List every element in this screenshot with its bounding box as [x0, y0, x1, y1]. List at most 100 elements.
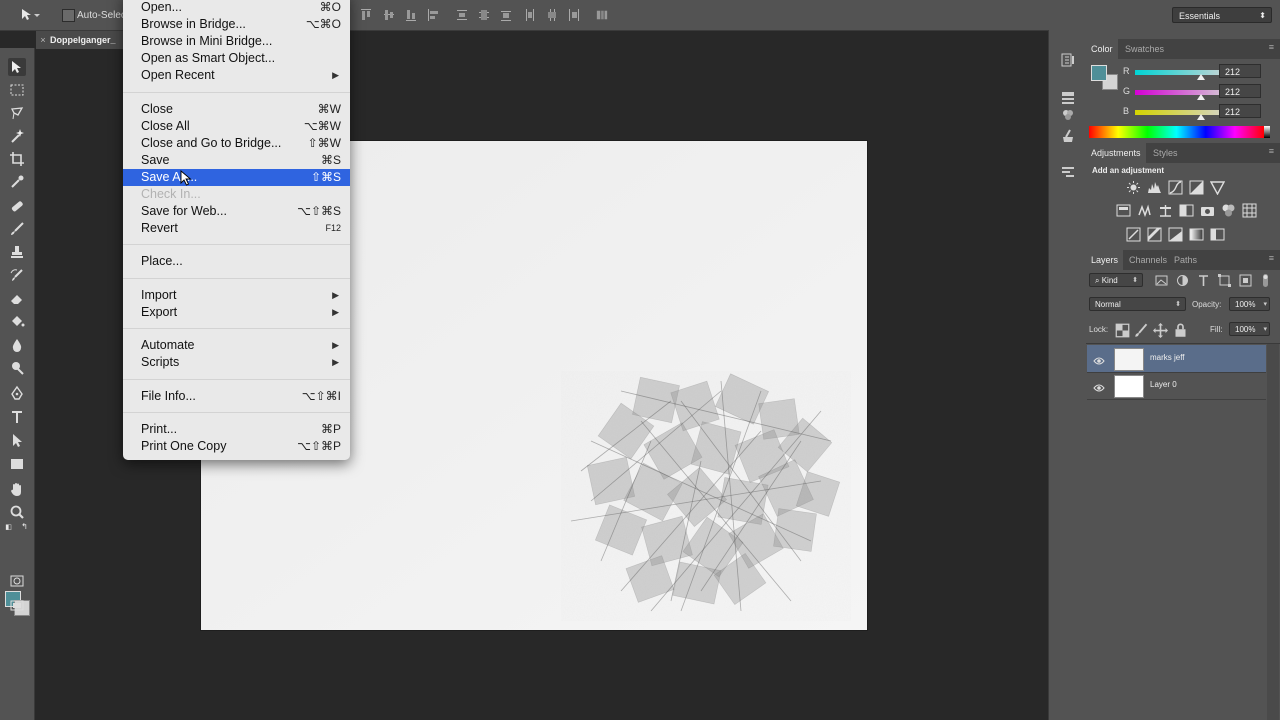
tab-swatches[interactable]: Swatches [1120, 39, 1169, 59]
green-slider-thumb[interactable] [1197, 94, 1205, 100]
selective-color-icon[interactable] [1210, 227, 1225, 242]
panel-menu-icon[interactable]: ≡ [1269, 146, 1274, 156]
menu-item-close-all[interactable]: Close All ⌥⌘W [123, 118, 350, 135]
blend-mode-dropdown[interactable]: Normal ⬍ [1089, 297, 1186, 311]
menu-item-open-recent[interactable]: Open Recent ▶ [123, 67, 350, 84]
red-value-field[interactable]: 212 [1219, 64, 1261, 78]
properties-panel-icon[interactable] [1060, 90, 1076, 106]
hand-tool-icon[interactable] [8, 480, 26, 498]
brush-presets-panel-icon[interactable] [1060, 128, 1076, 144]
menu-item-file-info[interactable]: File Info... ⌥⇧⌘I [123, 388, 350, 405]
path-selection-tool-icon[interactable] [8, 431, 26, 449]
menu-item-save-as[interactable]: Save As... ⇧⌘S [123, 169, 350, 186]
layers-scrollbar[interactable] [1267, 344, 1279, 720]
panel-menu-icon[interactable]: ≡ [1269, 42, 1274, 52]
paragraph-panel-icon[interactable] [1060, 164, 1076, 180]
screen-mode-icon[interactable] [8, 596, 26, 614]
marquee-tool-icon[interactable] [8, 81, 26, 99]
tab-layers[interactable]: Layers [1086, 250, 1124, 270]
menu-item-close-and-go-to-bridge[interactable]: Close and Go to Bridge... ⇧⌘W [123, 135, 350, 152]
black-white-ramp[interactable] [1264, 126, 1270, 138]
filter-toggle-icon[interactable] [1258, 273, 1271, 287]
posterize-icon[interactable] [1147, 227, 1162, 242]
blur-tool-icon[interactable] [8, 336, 26, 354]
gradient-triangle-icon[interactable] [1209, 180, 1226, 196]
menu-item-open[interactable]: Open... ⌘O [123, 0, 350, 16]
magic-wand-tool-icon[interactable] [8, 127, 26, 145]
layer-filter-kind-dropdown[interactable]: ⌕ Kind ⬍ [1089, 273, 1143, 287]
curves-icon[interactable] [1168, 180, 1183, 195]
gradient-map-icon[interactable] [1189, 227, 1204, 242]
dodge-tool-icon[interactable] [8, 359, 26, 377]
menu-item-print[interactable]: Print... ⌘P [123, 421, 350, 438]
lasso-tool-icon[interactable] [8, 104, 26, 122]
workspace-switcher[interactable]: Essentials ⬍ [1172, 7, 1272, 23]
color-lookup-icon[interactable] [1242, 203, 1257, 218]
lock-all-icon[interactable] [1173, 323, 1186, 337]
zoom-tool-icon[interactable] [8, 503, 26, 521]
distribute-left-icon[interactable] [524, 8, 536, 22]
menu-item-automate[interactable]: Automate ▶ [123, 337, 350, 354]
filter-adjustment-icon[interactable] [1175, 273, 1188, 286]
align-vcenter-icon[interactable] [383, 8, 395, 22]
visibility-eye-icon[interactable] [1093, 353, 1105, 365]
auto-select-checkbox[interactable] [62, 9, 75, 22]
menu-item-save-for-web[interactable]: Save for Web... ⌥⇧⌘S [123, 203, 350, 220]
panel-menu-icon[interactable]: ≡ [1269, 253, 1274, 263]
menu-item-save[interactable]: Save ⌘S [123, 152, 350, 169]
layer-row-layer-0[interactable]: Layer 0 [1087, 372, 1266, 400]
photo-filter-icon[interactable] [1200, 203, 1215, 218]
exposure-icon[interactable] [1189, 180, 1204, 195]
history-panel-icon[interactable] [1060, 52, 1076, 68]
distribute-right-icon[interactable] [568, 8, 580, 22]
filter-shape-icon[interactable] [1217, 273, 1231, 287]
clone-stamp-tool-icon[interactable] [8, 243, 26, 261]
align-bottom-icon[interactable] [405, 8, 417, 22]
color-balance-icon[interactable] [1158, 203, 1173, 218]
distribute-hcenter-icon[interactable] [546, 8, 558, 22]
menu-item-close[interactable]: Close ⌘W [123, 101, 350, 118]
channels-panel-icon[interactable] [1060, 106, 1076, 122]
menu-item-browse-in-bridge[interactable]: Browse in Bridge... ⌥⌘O [123, 16, 350, 33]
opacity-field[interactable]: 100% ▾ [1229, 297, 1270, 311]
fill-field[interactable]: 100% ▾ [1229, 322, 1270, 336]
filter-type-icon[interactable] [1196, 273, 1209, 286]
lock-position-icon[interactable] [1153, 323, 1168, 338]
align-top-icon[interactable] [360, 8, 372, 22]
menu-item-scripts[interactable]: Scripts ▶ [123, 354, 350, 371]
menu-item-open-as-smart-object[interactable]: Open as Smart Object... [123, 50, 350, 67]
menu-item-place[interactable]: Place... [123, 253, 350, 270]
tab-adjustments[interactable]: Adjustments [1086, 143, 1146, 163]
distribute-bottom-icon[interactable] [500, 8, 512, 22]
distribute-top-icon[interactable] [456, 8, 468, 22]
menu-item-print-one-copy[interactable]: Print One Copy ⌥⇧⌘P [123, 438, 350, 455]
type-tool-icon[interactable] [8, 408, 26, 426]
eyedropper-tool-icon[interactable] [8, 173, 26, 191]
crop-tool-icon[interactable] [8, 150, 26, 168]
threshold-icon[interactable] [1168, 227, 1183, 242]
brush-tool-icon[interactable] [8, 220, 26, 238]
rectangle-tool-icon[interactable] [8, 455, 26, 473]
paint-bucket-tool-icon[interactable] [8, 312, 26, 330]
tab-color[interactable]: Color [1086, 39, 1118, 59]
auto-align-layers-icon[interactable] [596, 8, 610, 22]
channel-mixer-icon[interactable] [1221, 203, 1236, 218]
levels-icon[interactable] [1147, 180, 1162, 195]
document-tab[interactable]: × Doppelganger_ [36, 31, 126, 49]
brightness-contrast-icon[interactable] [1126, 180, 1141, 195]
filter-smart-object-icon[interactable] [1238, 273, 1252, 287]
pen-tool-icon[interactable] [8, 384, 26, 402]
red-slider-thumb[interactable] [1197, 74, 1205, 80]
layer-row-marks-jeff[interactable]: marks jeff [1087, 345, 1266, 373]
green-value-field[interactable]: 212 [1219, 84, 1261, 98]
menu-item-browse-in-mini-bridge[interactable]: Browse in Mini Bridge... [123, 33, 350, 50]
tab-paths[interactable]: Paths [1169, 250, 1202, 270]
menu-item-import[interactable]: Import ▶ [123, 287, 350, 304]
distribute-vcenter-icon[interactable] [478, 8, 490, 22]
history-brush-tool-icon[interactable] [8, 266, 26, 284]
filter-pixel-icon[interactable] [1154, 273, 1168, 286]
blue-value-field[interactable]: 212 [1219, 104, 1261, 118]
hue-saturation-icon[interactable] [1137, 203, 1152, 218]
lock-image-pixels-icon[interactable] [1134, 323, 1148, 337]
healing-brush-tool-icon[interactable] [8, 197, 26, 215]
